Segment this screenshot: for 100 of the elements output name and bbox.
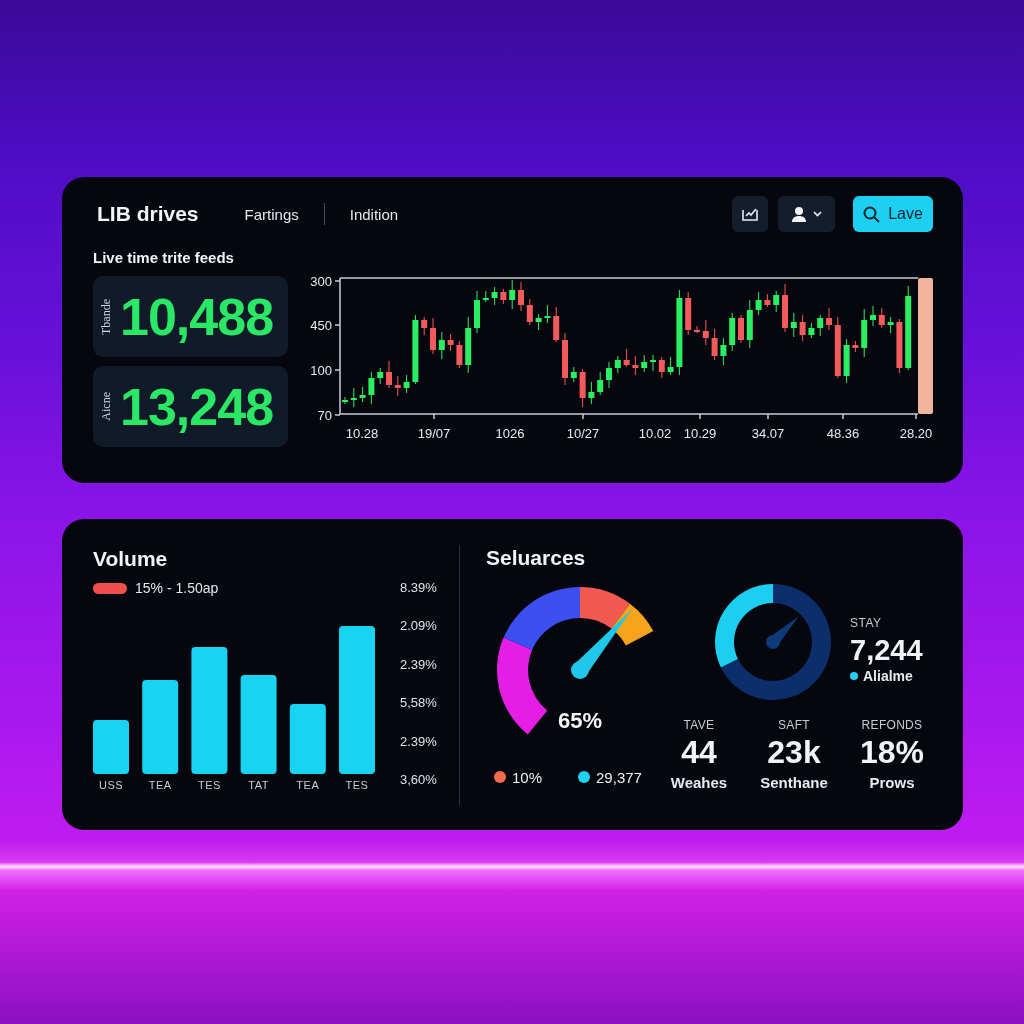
- axis-tick-label: 70: [317, 408, 332, 423]
- user-menu-button[interactable]: [778, 196, 835, 232]
- stat-caption: Prows: [869, 774, 915, 792]
- candlestick: [738, 314, 744, 344]
- scale-label: 2.39%: [400, 656, 437, 673]
- candlestick: [456, 340, 463, 369]
- bar-label: TES: [197, 779, 221, 791]
- candlestick: [597, 371, 604, 396]
- candlestick: [421, 316, 428, 336]
- legend-value: 10%: [512, 768, 543, 786]
- section-title: Seluarces: [486, 545, 586, 571]
- gauge-reading: 65%: [558, 708, 602, 733]
- legend-label: 15% - 1.50ap: [135, 580, 219, 596]
- section-title: Live time trite feeds: [93, 249, 234, 267]
- candlestick: [544, 304, 551, 324]
- candlestick: [562, 332, 568, 386]
- candlestick: [650, 354, 656, 372]
- candlestick: [694, 325, 700, 334]
- user-icon: [791, 206, 807, 222]
- status-dot-icon: [850, 672, 858, 680]
- nav-link[interactable]: Indition: [349, 205, 399, 223]
- candlestick: [535, 313, 542, 331]
- tile-label: Tbande: [99, 298, 113, 335]
- axis-tick-label: 10.29: [683, 426, 717, 441]
- summary-note: Alialme: [863, 668, 913, 684]
- scale-label: 2.09%: [400, 618, 437, 635]
- candlestick: [843, 338, 850, 384]
- candlestick: [782, 283, 788, 333]
- candlestick: [579, 368, 586, 408]
- candlestick: [685, 291, 692, 336]
- stat-value: 18%: [859, 736, 924, 768]
- candlestick: [826, 307, 832, 331]
- axis-tick-label: 19/07: [417, 426, 451, 441]
- candlestick: [764, 293, 771, 308]
- candlestick: [702, 319, 709, 346]
- search-icon: [863, 205, 881, 223]
- axis-tick-label: 10.28: [345, 426, 379, 441]
- candlestick: [896, 318, 903, 374]
- axis-tick-label: 34.07: [751, 426, 785, 441]
- search-button[interactable]: Lave: [853, 196, 933, 232]
- candlestick: [350, 387, 357, 408]
- axis-tick-label: 450: [310, 318, 332, 333]
- candlestick: [386, 360, 392, 389]
- candlestick: [403, 374, 410, 394]
- candlestick: [658, 356, 665, 379]
- dial-needle: [766, 616, 799, 649]
- candlestick: [799, 314, 806, 342]
- stat-label: REFONDS: [861, 718, 923, 732]
- candlestick: [342, 396, 348, 405]
- candlestick: [482, 290, 489, 303]
- candlestick: [861, 308, 868, 358]
- legend-swatch-icon: [93, 582, 127, 594]
- bar: [289, 704, 326, 774]
- candlestick: [526, 298, 533, 326]
- scale-label: 3,60%: [400, 771, 437, 788]
- section-title: Volume: [93, 546, 168, 572]
- candlestick: [641, 354, 648, 373]
- candlestick: [817, 314, 824, 337]
- app-title: LIB drives: [97, 202, 199, 226]
- candlestick: [438, 331, 445, 360]
- axis-tick-label: 100: [310, 363, 332, 378]
- tile-label: Aicne: [99, 392, 113, 421]
- scale-label: 5,58%: [400, 695, 437, 712]
- candlestick: [368, 371, 375, 405]
- summary-value: 7,244: [850, 634, 923, 666]
- candlestick: [570, 366, 577, 383]
- candlestick: [359, 386, 366, 403]
- candlestick: [430, 317, 436, 355]
- candlestick: [834, 316, 841, 379]
- candlestick: [518, 281, 524, 312]
- bar-label: TEA: [296, 779, 320, 791]
- tile-value: 10,488: [120, 288, 274, 345]
- bar-label: TEA: [148, 779, 172, 791]
- axis-tick-label: 10.02: [638, 426, 672, 441]
- nav-link[interactable]: Fartings: [244, 205, 299, 223]
- candlestick: [491, 286, 498, 306]
- stat-value: 44: [681, 736, 717, 768]
- candlestick: [632, 355, 639, 376]
- summary-label: STAY: [850, 616, 882, 630]
- candlestick: [790, 312, 797, 338]
- candlestick: [852, 340, 859, 353]
- candlestick: [553, 306, 560, 343]
- candlestick: [465, 316, 472, 374]
- bar-label: TES: [345, 779, 369, 791]
- bar: [93, 720, 129, 774]
- candlestick: [667, 356, 674, 376]
- candlestick: [808, 322, 815, 339]
- candlestick: [474, 290, 480, 334]
- stat-label: TAVE: [683, 718, 715, 732]
- chart-button[interactable]: [732, 196, 768, 232]
- candlestick: [447, 333, 454, 352]
- axis-tick-label: 28.20: [899, 426, 933, 441]
- candlestick: [588, 381, 595, 405]
- stat-caption: Weahes: [670, 774, 728, 792]
- candlestick: [377, 367, 384, 385]
- stat-caption: Senthane: [760, 774, 828, 792]
- axis-tick-label: 10/27: [566, 426, 600, 441]
- candlestick: [509, 279, 516, 310]
- candlestick: [720, 337, 727, 366]
- scale-label: 8.39%: [400, 580, 437, 596]
